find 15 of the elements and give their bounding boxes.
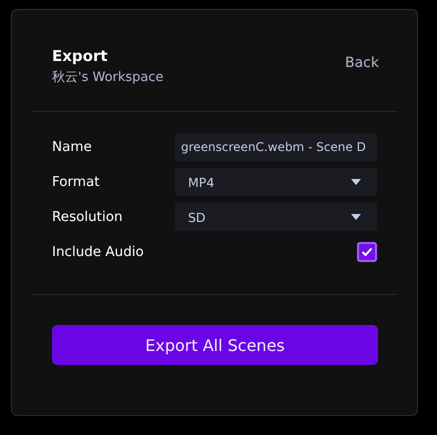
caret-icon — [351, 214, 361, 220]
field-label: Resolution — [52, 209, 123, 225]
checkbox[interactable] — [357, 242, 377, 262]
back-link[interactable]: Back — [345, 54, 379, 88]
export-button[interactable]: Export All Scenes — [52, 325, 378, 365]
checkmark-icon — [361, 247, 373, 257]
panel-title: Export — [52, 46, 109, 66]
dropdown[interactable]: MP4 — [175, 168, 377, 196]
dropdown[interactable]: SD — [175, 203, 377, 231]
field-label: Include Audio — [52, 244, 144, 260]
caret-icon — [351, 179, 361, 185]
field-label: Format — [52, 174, 100, 190]
name-field[interactable]: greenscreenC.webm - Scene D — [175, 133, 377, 161]
workspace-name: 秋云's Workspace — [52, 69, 164, 87]
field-label: Name — [52, 139, 92, 155]
